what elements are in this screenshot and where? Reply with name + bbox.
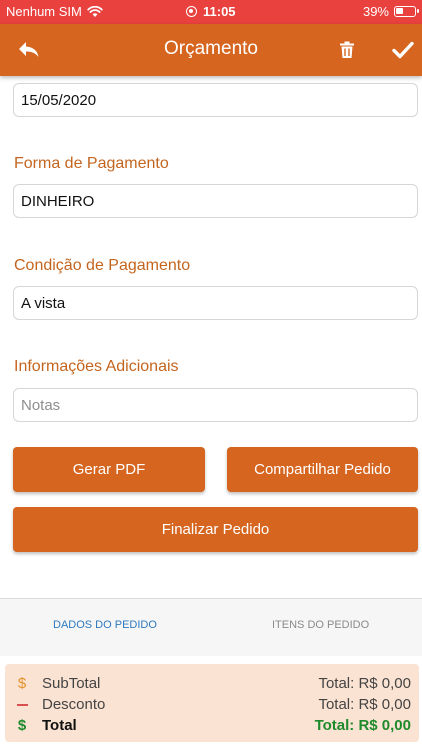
total-value: Total: R$ 0,00 [314,717,411,734]
status-center: 11:05 [186,4,236,19]
subtotal-value: Total: R$ 0,00 [318,675,411,692]
discount-label: Desconto [42,696,106,713]
discount-minus-icon [15,696,29,713]
battery-percent: 39% [362,4,389,19]
subtotal-row: $ SubTotal Total: R$ 0,00 [5,675,419,695]
clock: 11:05 [203,4,236,19]
wifi-icon [87,5,103,17]
notes-field[interactable] [13,388,418,422]
nav-bar: Orçamento [0,24,422,76]
tab-order-data[interactable]: DADOS DO PEDIDO [53,619,157,631]
status-bar: Nenhum SIM 11:05 39% [0,0,422,24]
total-dollar-icon: $ [17,717,27,734]
date-field[interactable] [13,83,418,117]
finalize-order-button[interactable]: Finalizar Pedido [13,507,418,552]
discount-value: Total: R$ 0,00 [318,696,411,713]
generate-pdf-button[interactable]: Gerar PDF [13,447,205,492]
battery-group: 39% [362,4,419,19]
carrier-group: Nenhum SIM [6,4,103,19]
delete-button[interactable] [332,36,362,64]
battery-icon [394,6,419,17]
confirm-button[interactable] [388,36,418,64]
payment-method-field[interactable] [13,184,418,218]
subtotal-label: SubTotal [42,675,101,692]
screen-record-icon [186,6,197,17]
share-order-button[interactable]: Compartilhar Pedido [227,447,418,492]
battery-fill [396,8,403,14]
subtotal-dollar-icon: $ [17,675,27,692]
additional-info-label: Informações Adicionais [14,358,179,375]
check-icon [392,41,414,59]
total-label: Total [42,717,77,734]
payment-condition-field[interactable] [13,286,418,320]
discount-row: Desconto Total: R$ 0,00 [5,696,419,716]
carrier-name: Nenhum SIM [6,4,82,19]
payment-method-label: Forma de Pagamento [14,155,169,172]
tab-bar: DADOS DO PEDIDO ITENS DO PEDIDO [0,598,422,656]
payment-condition-label: Condição de Pagamento [14,257,191,274]
trash-icon [340,41,354,58]
totals-panel: $ SubTotal Total: R$ 0,00 Desconto Total… [5,664,419,742]
total-row: $ Total Total: R$ 0,00 [5,717,419,737]
tab-order-items[interactable]: ITENS DO PEDIDO [272,619,369,631]
